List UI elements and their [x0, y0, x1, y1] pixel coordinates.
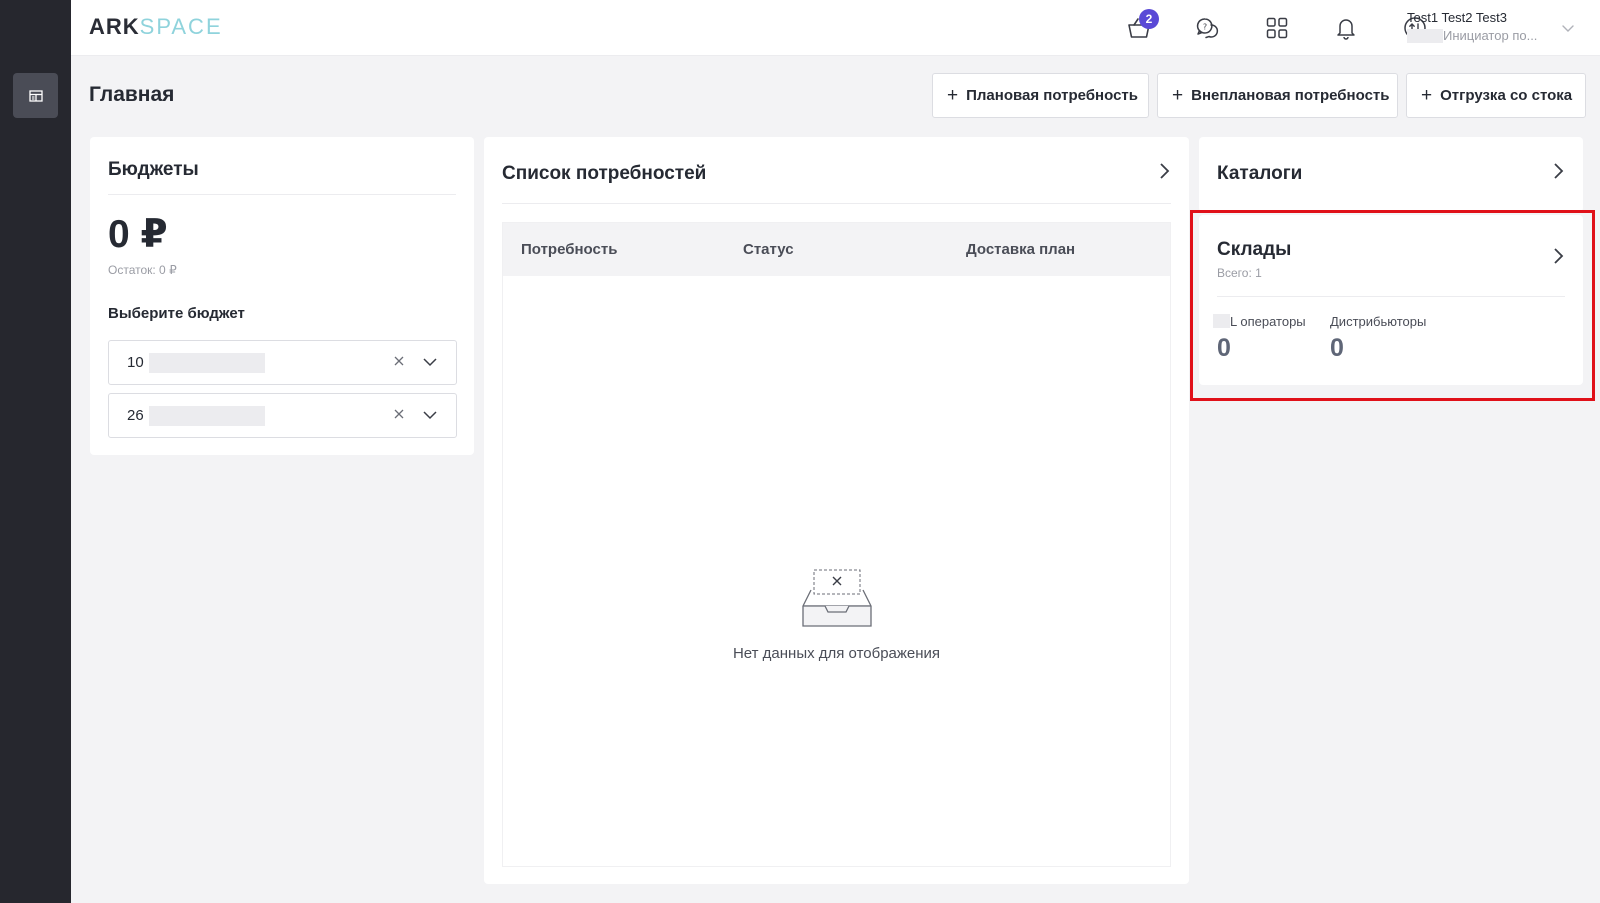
arkspace-logo[interactable]: ARKSPACE: [89, 14, 223, 40]
unplanned-need-button[interactable]: + Внеплановая потребность: [1157, 73, 1398, 118]
catalogs-open-button[interactable]: [1551, 161, 1565, 186]
budgets-title: Бюджеты: [108, 159, 199, 180]
redacted-block: [149, 406, 265, 426]
choose-budget-label: Выберите бюджет: [108, 305, 245, 322]
budget-select-1-value: 10: [127, 354, 144, 371]
user-menu[interactable]: Test1 Test2 Test3 Инициатор по...: [1407, 10, 1587, 43]
grid-icon: [1266, 17, 1288, 39]
side-navigation: [0, 0, 71, 903]
dashboard-nav-button[interactable]: [13, 73, 58, 118]
planned-need-label: Плановая потребность: [966, 87, 1138, 104]
needs-list-title[interactable]: Список потребностей: [502, 163, 706, 185]
cart-button[interactable]: 2: [1123, 9, 1159, 44]
empty-state: Нет данных для отображения: [503, 568, 1170, 662]
stock-shipment-label: Отгрузка со стока: [1440, 87, 1573, 104]
bell-icon: [1337, 19, 1355, 40]
plus-icon: +: [1421, 84, 1433, 106]
clear-icon[interactable]: [392, 407, 406, 426]
user-role: Инициатор по...: [1443, 28, 1538, 43]
svg-text:?: ?: [1203, 23, 1207, 32]
top-bar: ARKSPACE 2 ? Test1 Test2 Test3 Инициатор…: [71, 0, 1600, 56]
support-chat-button[interactable]: ?: [1192, 12, 1224, 44]
budget-amount: 0 ₽: [108, 213, 168, 256]
divider: [108, 194, 456, 195]
budget-select-2-value: 26: [127, 407, 144, 424]
divider: [502, 203, 1171, 204]
budgets-card: Бюджеты 0 ₽ Остаток: 0 ₽ Выберите бюджет…: [90, 137, 474, 455]
needs-table: Потребность Статус Доставка план Нет дан…: [502, 222, 1171, 867]
column-header-status[interactable]: Статус: [743, 241, 794, 258]
empty-state-text: Нет данных для отображения: [732, 645, 941, 662]
planned-need-button[interactable]: + Плановая потребность: [932, 73, 1149, 118]
column-header-delivery-plan[interactable]: Доставка план: [966, 241, 1075, 258]
stock-shipment-button[interactable]: + Отгрузка со стока: [1406, 73, 1586, 118]
clear-icon[interactable]: [392, 354, 406, 373]
chat-question-icon: ?: [1196, 18, 1219, 39]
catalogs-card[interactable]: Каталоги: [1199, 137, 1583, 212]
plus-icon: +: [1172, 84, 1184, 106]
notifications-button[interactable]: [1330, 12, 1362, 44]
needs-list-card: Список потребностей Потребность Статус Д…: [484, 137, 1189, 884]
logo-part-space: SPACE: [139, 14, 223, 39]
chevron-right-icon: [1160, 163, 1170, 179]
budget-remaining: Остаток: 0 ₽: [108, 263, 177, 277]
logo-part-ark: ARK: [89, 14, 140, 39]
redacted-block: [149, 353, 265, 373]
cart-count-badge: 2: [1139, 9, 1159, 29]
chevron-down-icon[interactable]: [422, 355, 438, 373]
budget-select-1[interactable]: 10: [108, 340, 457, 385]
chevron-right-icon: [1554, 163, 1564, 179]
needs-list-open-button[interactable]: [1157, 161, 1171, 186]
plus-icon: +: [947, 84, 959, 106]
user-name: Test1 Test2 Test3: [1407, 10, 1507, 25]
user-menu-chevron[interactable]: [1561, 20, 1575, 38]
redacted-block: [1407, 28, 1443, 43]
highlight-box: [1190, 210, 1595, 401]
page-title: Главная: [89, 83, 175, 106]
table-header: Потребность Статус Доставка план: [503, 223, 1170, 276]
catalogs-title: Каталоги: [1217, 163, 1303, 184]
unplanned-need-label: Внеплановая потребность: [1191, 87, 1390, 104]
chevron-down-icon: [1562, 25, 1574, 32]
dashboard-icon: [28, 89, 43, 102]
column-header-need[interactable]: Потребность: [521, 241, 617, 258]
empty-inbox-icon: [801, 569, 872, 627]
apps-grid-button[interactable]: [1261, 12, 1293, 44]
budget-select-2[interactable]: 26: [108, 393, 457, 438]
chevron-down-icon[interactable]: [422, 408, 438, 426]
